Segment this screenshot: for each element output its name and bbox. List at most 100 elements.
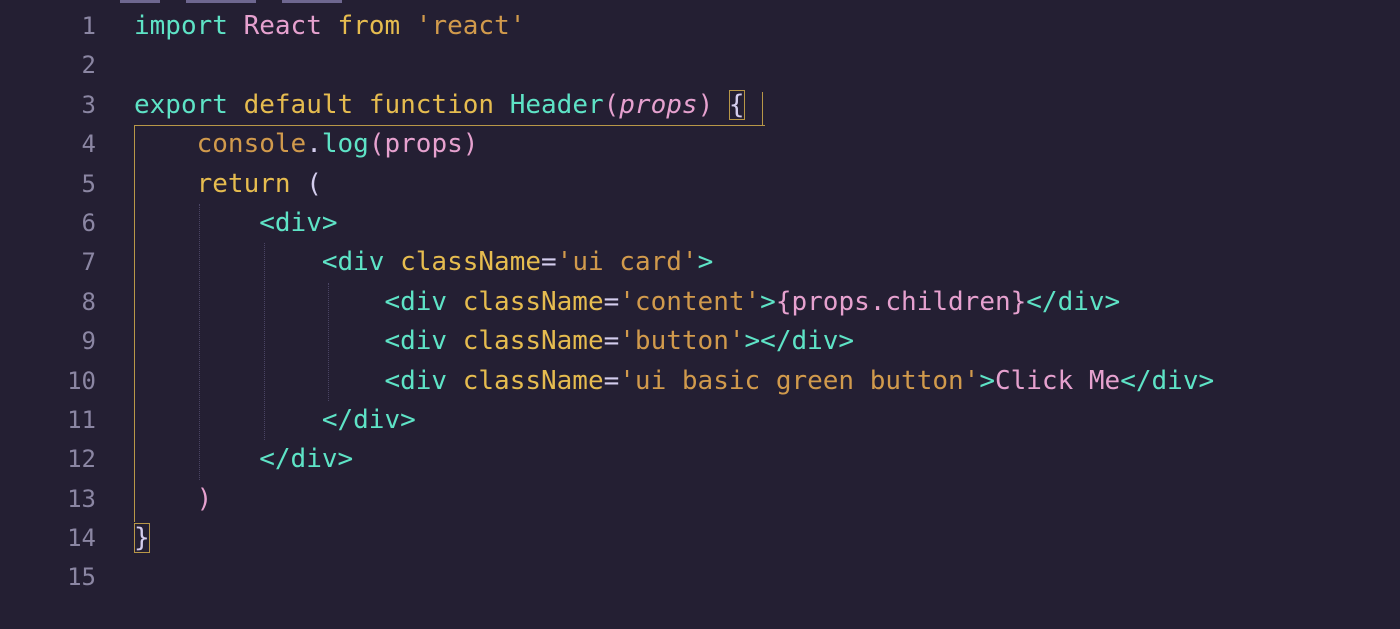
code-token: Header <box>509 89 604 120</box>
code-token: from <box>337 11 401 41</box>
code-line[interactable]: console.log(props) <box>134 125 1214 164</box>
code-token: return <box>196 168 291 199</box>
code-token: = <box>603 326 620 357</box>
line-number: 13 <box>67 484 96 513</box>
code-token: <div> <box>259 207 338 238</box>
code-token: 'content' <box>619 286 761 317</box>
code-line[interactable]: } <box>134 519 1214 558</box>
code-line[interactable] <box>134 558 1214 597</box>
code-token: React <box>243 11 322 41</box>
code-token: </div> <box>1026 286 1121 317</box>
code-token: className <box>462 326 604 357</box>
code-line[interactable]: <div className='ui card'> <box>134 243 1214 282</box>
code-token: 'ui basic green button' <box>619 365 980 396</box>
code-token: > <box>697 247 714 278</box>
code-token: = <box>603 286 620 317</box>
code-token: 'ui card' <box>556 247 698 278</box>
code-token: {props.children} <box>775 286 1027 317</box>
code-line[interactable]: </div> <box>134 440 1214 479</box>
line-number: 9 <box>81 327 96 356</box>
code-line[interactable]: import React from 'react' <box>134 7 1214 46</box>
code-token: console <box>196 129 307 160</box>
code-token: log <box>321 129 369 160</box>
code-line[interactable]: <div className='button'></div> <box>134 322 1214 361</box>
previous-line-fragment <box>120 0 400 5</box>
line-number: 5 <box>81 169 96 198</box>
code-token: props <box>384 129 463 160</box>
code-token: <div <box>321 247 385 278</box>
code-token: export <box>134 89 228 120</box>
code-line[interactable] <box>134 46 1214 85</box>
code-token: ( <box>603 89 620 120</box>
line-number: 2 <box>81 51 96 80</box>
code-token: className <box>400 247 542 278</box>
code-token: 'button' <box>619 326 745 357</box>
code-token: . <box>306 129 322 160</box>
matched-bracket: } <box>134 523 150 554</box>
line-number: 8 <box>81 287 96 316</box>
code-line[interactable]: <div className='content'>{props.children… <box>134 283 1214 322</box>
code-token: ) <box>697 89 714 120</box>
line-number: 12 <box>67 445 96 474</box>
line-number-gutter: 1 2 3 4 5 6 7 8 9 10 11 12 13 14 15 <box>0 7 96 598</box>
code-token: className <box>462 286 604 317</box>
line-number: 14 <box>67 524 96 553</box>
code-token: = <box>541 247 557 278</box>
code-token: <div <box>384 365 448 396</box>
code-token: props <box>619 89 698 120</box>
code-token: <div <box>384 326 448 357</box>
line-number: 6 <box>81 208 96 237</box>
code-token: default <box>243 89 354 120</box>
code-line[interactable]: export default function Header(props) { <box>134 86 1214 125</box>
code-token: </div> <box>1120 365 1215 396</box>
line-number: 4 <box>81 130 96 159</box>
code-line[interactable]: ) <box>134 480 1214 519</box>
line-number: 7 <box>81 248 96 277</box>
code-token: ) <box>462 129 479 160</box>
line-number: 3 <box>81 90 96 119</box>
code-token: ( <box>290 168 322 199</box>
code-token: ></div> <box>744 326 855 357</box>
code-token: import <box>134 11 228 41</box>
code-token: 'react' <box>415 11 526 41</box>
matched-bracket: { <box>728 89 745 120</box>
code-token: > <box>760 286 776 317</box>
code-token: = <box>603 365 620 396</box>
code-token: </div> <box>259 444 354 475</box>
code-token: <div <box>384 286 448 317</box>
code-token: Click Me <box>994 365 1121 396</box>
code-token: ) <box>196 483 213 514</box>
code-area[interactable]: import React from 'react' export default… <box>134 7 1214 598</box>
code-token: ( <box>368 129 385 160</box>
code-token: function <box>368 89 495 120</box>
code-line[interactable]: return ( <box>134 165 1214 204</box>
code-token: className <box>462 365 604 396</box>
code-line[interactable]: </div> <box>134 401 1214 440</box>
code-token: > <box>979 365 995 396</box>
code-token: </div> <box>321 404 416 435</box>
line-number: 15 <box>67 563 96 592</box>
code-line[interactable]: <div> <box>134 204 1214 243</box>
line-number: 10 <box>67 366 96 395</box>
code-line[interactable]: <div className='ui basic green button'>C… <box>134 362 1214 401</box>
code-editor[interactable]: 1 2 3 4 5 6 7 8 9 10 11 12 13 14 15 import React from … <box>0 0 1400 629</box>
